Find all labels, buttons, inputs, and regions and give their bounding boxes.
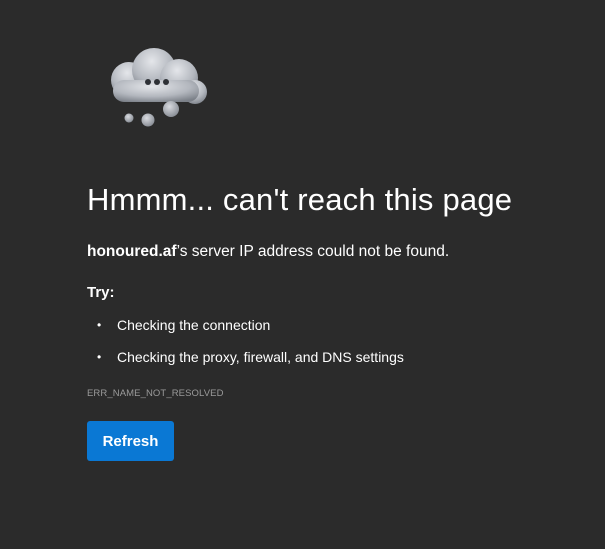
suggestion-list: • Checking the connection • Checking the…: [87, 316, 404, 380]
suggestion-item: • Checking the proxy, firewall, and DNS …: [87, 348, 404, 366]
page-title: Hmmm... can't reach this page: [87, 182, 513, 217]
error-description: honoured.af’s server IP address could no…: [87, 242, 449, 262]
bullet-icon: •: [97, 318, 102, 332]
thinking-cloud-icon: [111, 48, 207, 127]
bullet-icon: •: [97, 350, 102, 364]
suggestion-text: Checking the proxy, firewall, and DNS se…: [117, 349, 404, 365]
error-message: ’s server IP address could not be found.: [176, 243, 450, 260]
try-label: Try:: [87, 284, 115, 301]
error-code: ERR_NAME_NOT_RESOLVED: [87, 388, 224, 399]
suggestion-text: Checking the connection: [117, 317, 271, 333]
refresh-button[interactable]: Refresh: [87, 421, 174, 461]
hostname: honoured.af: [87, 243, 177, 260]
suggestion-item: • Checking the connection: [87, 316, 404, 334]
